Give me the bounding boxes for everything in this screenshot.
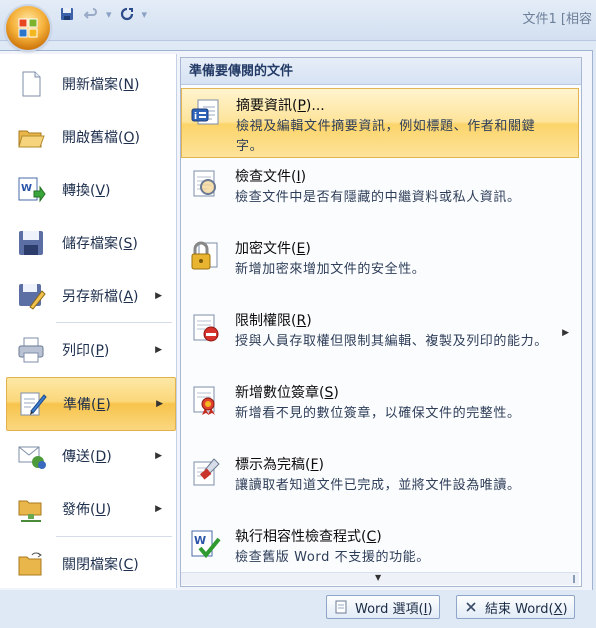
svg-text:W: W xyxy=(21,183,32,194)
menu-item-send[interactable]: 傳送(D) ▶ xyxy=(6,430,174,482)
submenu-item-inspect-document[interactable]: 檢查文件(I) 檢查文件中是否有隱藏的中繼資料或私人資訊。 xyxy=(181,160,579,230)
resize-grip-icon[interactable] xyxy=(573,575,575,583)
scroll-down-icon[interactable]: ▼ xyxy=(375,573,381,582)
undo-icon[interactable] xyxy=(82,5,100,23)
menu-item-print[interactable]: 列印(P) ▶ xyxy=(6,324,174,376)
mark-final-icon xyxy=(193,458,220,486)
customize-qat-icon[interactable]: ▾ xyxy=(142,8,148,21)
save-icon[interactable] xyxy=(58,5,76,23)
submenu-arrow-icon: ▶ xyxy=(155,451,162,461)
submenu-arrow-icon: ▶ xyxy=(562,328,569,338)
menu-separator xyxy=(56,536,172,537)
save-as-icon xyxy=(19,284,46,310)
new-document-icon xyxy=(22,71,41,97)
submenu-arrow-icon: ▶ xyxy=(155,291,162,301)
save-disk-icon xyxy=(19,231,43,255)
submenu-arrow-icon: ▶ xyxy=(156,399,163,409)
exit-word-button[interactable]: 結束 Word(X) xyxy=(456,595,575,619)
menu-item-close[interactable]: 關閉檔案(C) xyxy=(6,538,174,590)
title-bar: ▾ ▾ 文件1 [相容 xyxy=(0,0,596,41)
menu-item-publish[interactable]: 發佈(U) ▶ xyxy=(6,483,174,535)
menu-item-save-as[interactable]: 另存新檔(A) ▶ xyxy=(6,270,174,322)
publish-icon xyxy=(18,500,42,522)
menu-item-save[interactable]: 儲存檔案(S) xyxy=(6,217,174,269)
convert-icon: W xyxy=(18,177,46,203)
office-logo-icon xyxy=(18,18,38,38)
office-menu-commands: 開新檔案(N) 開啟舊檔(O) W 轉換(V) 儲存檔案(S) 另存新檔(A) … xyxy=(0,54,177,588)
properties-icon: i xyxy=(191,99,219,125)
menu-item-open[interactable]: 開啟舊檔(O) xyxy=(6,111,174,163)
prepare-submenu: 準備要傳閱的文件 i 摘要資訊(P)... 檢視及編輯文件摘要資訊，例如標題、作… xyxy=(180,57,582,587)
submenu-item-encrypt[interactable]: 加密文件(E) 新增加密來增加文件的安全性。 xyxy=(181,232,579,302)
undo-dropdown-icon[interactable]: ▾ xyxy=(106,8,112,21)
digital-signature-icon xyxy=(193,386,215,415)
submenu-item-properties[interactable]: i 摘要資訊(P)... 檢視及編輯文件摘要資訊，例如標題、作者和關鍵字。 xyxy=(181,88,579,158)
compatibility-checker-icon: W xyxy=(191,530,221,559)
office-button[interactable] xyxy=(6,6,50,50)
encrypt-lock-icon xyxy=(191,241,218,270)
svg-text:i: i xyxy=(194,112,197,122)
word-options-button[interactable]: Word 選項(I) xyxy=(326,595,440,619)
close-file-icon xyxy=(18,552,42,576)
open-folder-icon xyxy=(18,130,45,148)
svg-text:W: W xyxy=(194,534,206,547)
close-icon xyxy=(463,599,479,615)
submenu-item-digital-signature[interactable]: 新增數位簽章(S) 新增看不見的數位簽章，以確保文件的完整性。 xyxy=(181,376,579,446)
submenu-header: 準備要傳閱的文件 xyxy=(181,58,581,85)
restrict-permission-icon xyxy=(193,314,219,342)
options-icon xyxy=(333,599,349,615)
quick-access-toolbar: ▾ ▾ xyxy=(58,4,147,24)
printer-icon xyxy=(18,337,44,363)
submenu-item-restrict-permission[interactable]: 限制權限(R) 授與人員存取權但限制其編輯、複製及列印的能力。 ▶ xyxy=(181,304,579,374)
submenu-item-mark-final[interactable]: 標示為完稿(F) 讓讀取者知道文件已完成，並將文件設為唯讀。 xyxy=(181,448,579,518)
submenu-scroll-area[interactable]: ▼ xyxy=(181,572,579,585)
menu-item-new[interactable]: 開新檔案(N) xyxy=(6,58,174,110)
send-icon xyxy=(18,446,46,469)
menu-item-prepare[interactable]: 準備(E) ▶ xyxy=(6,377,176,431)
office-menu-footer: Word 選項(I) 結束 Word(X) xyxy=(0,590,596,628)
menu-item-convert[interactable]: W 轉換(V) xyxy=(6,164,174,216)
inspect-document-icon xyxy=(193,170,216,197)
window-title: 文件1 [相容 xyxy=(522,12,592,27)
submenu-arrow-icon: ▶ xyxy=(155,504,162,514)
redo-icon[interactable] xyxy=(118,5,136,23)
prepare-icon xyxy=(20,392,47,416)
menu-separator xyxy=(56,322,172,323)
submenu-arrow-icon: ▶ xyxy=(155,345,162,355)
